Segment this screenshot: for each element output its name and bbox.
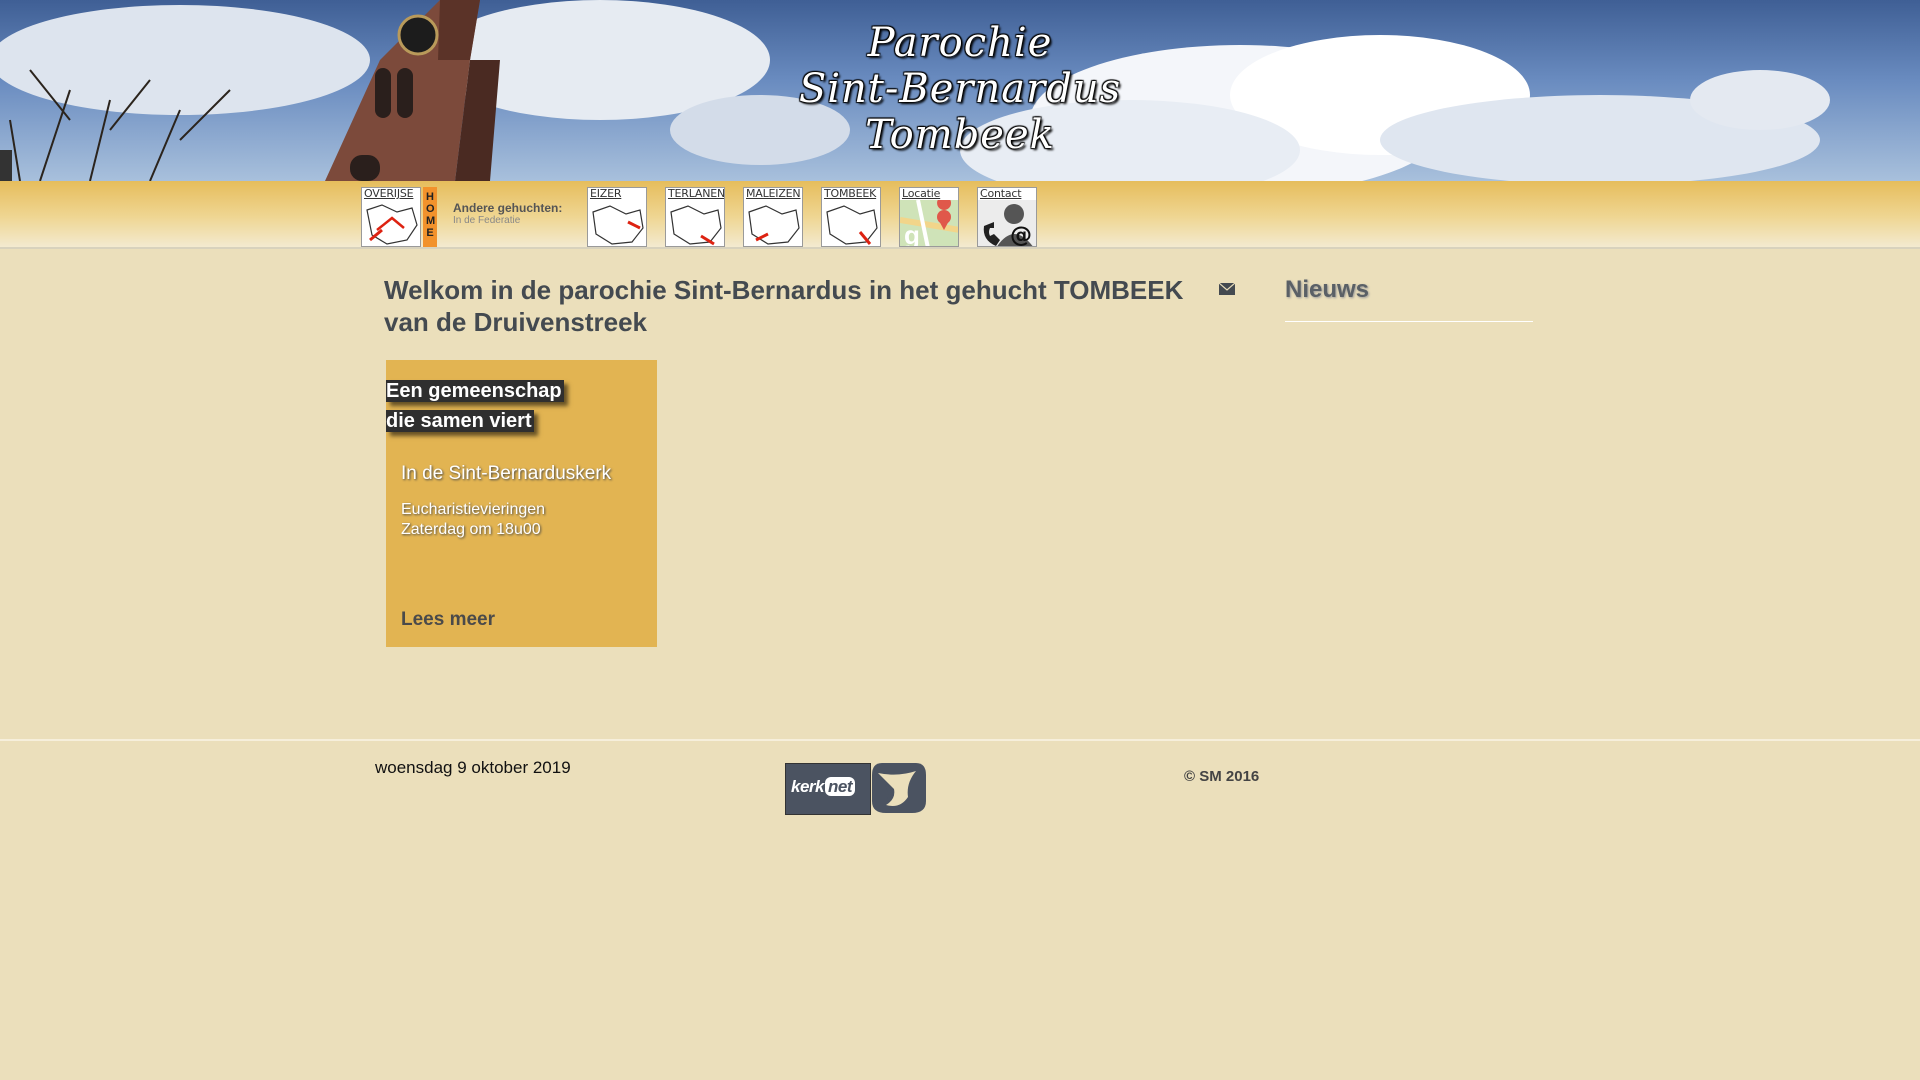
home-strip-label: HOME [426,191,436,239]
nav-tile-locatie[interactable]: Locatie g [899,187,959,247]
news-divider [1285,321,1533,322]
nav-tile-contact[interactable]: Contact @ [977,187,1037,247]
card-text-line2: Zaterdag om 18u00 [401,521,541,538]
footer-date: woensdag 9 oktober 2019 [375,758,571,777]
site-title-line2: Sint-Bernardus [798,66,1122,112]
dove-logo-icon[interactable] [872,763,926,813]
nav-home-label: OVERIJSE [364,187,414,200]
nav-tile-eizer[interactable]: EIZER [587,187,647,247]
nav-tile-maleizen[interactable]: MALEIZEN [743,187,803,247]
map-icon [748,205,800,245]
location-map-icon: g [900,200,958,247]
nav-tile-label: Locatie [902,187,941,200]
nav-home-overijse[interactable]: OVERIJSE [361,187,421,247]
news-heading: Nieuws [1285,276,1370,303]
card-text-line1: Eucharistievieringen [401,501,546,518]
site-title-line1: Parochie [867,20,1053,66]
kerknet-kerk: kerk [791,777,824,796]
read-more-link[interactable]: Lees meer [401,609,495,631]
map-icon [826,205,878,245]
copyright: © SM 2016 [1184,768,1260,785]
card-text: Eucharistievieringen Zaterdag om 18u00 [401,500,545,540]
mail-icon[interactable] [1219,283,1235,295]
nav-tile-tombeek[interactable]: TOMBEEK [821,187,881,247]
nav-tile-label: MALEIZEN [746,187,801,200]
other-hamlets-label: Andere gehuchten: [453,201,563,215]
footer-divider [0,739,1920,741]
card-title: Een gemeenschap die samen viert [386,376,596,436]
page-title: Welkom in de parochie Sint-Bernardus in … [384,275,1184,337]
map-icon [366,204,418,245]
site-title-line3: Tombeek [865,112,1055,158]
kerknet-logo-text: kerk net [791,777,855,797]
svg-text:@: @ [1010,223,1032,247]
card-title-text: Een gemeenschap die samen viert [386,380,564,432]
home-button[interactable]: HOME [423,187,437,247]
svg-text:g: g [904,220,920,247]
card-subtitle: In de Sint-Bernarduskerk [401,463,612,484]
header-banner: Parochie Sint-Bernardus Tombeek [0,0,1920,181]
kerknet-logo[interactable]: kerk net [785,763,871,815]
other-hamlets-sublabel: In de Federatie [453,215,521,226]
nav-tile-label: EIZER [590,187,622,200]
site-title: Parochie Sint-Bernardus Tombeek [780,20,1140,158]
map-icon [592,205,644,245]
map-icon [670,205,722,246]
celebration-card: Een gemeenschap die samen viert In de Si… [386,360,657,647]
nav-bar [0,181,1920,249]
kerknet-net: net [824,777,855,796]
nav-tile-label: Contact [980,187,1022,200]
nav-tile-label: TOMBEEK [824,187,877,200]
nav-tile-label: TERLANEN [668,187,725,200]
contact-phone-icon: @ [978,200,1036,247]
nav-tile-terlanen[interactable]: TERLANEN [665,187,725,247]
